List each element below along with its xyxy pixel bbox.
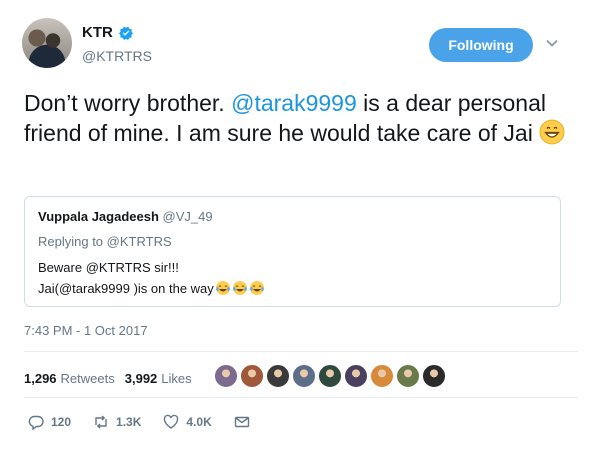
likes-count[interactable]: 3,992 — [125, 371, 158, 386]
liker-avatar[interactable] — [214, 364, 238, 388]
tears-of-joy-icon — [232, 281, 247, 295]
chevron-down-icon[interactable] — [545, 36, 559, 50]
grinning-face-icon — [539, 119, 565, 145]
retweets-count[interactable]: 1,296 — [24, 371, 57, 386]
reply-icon — [28, 415, 44, 430]
retweet-button[interactable]: 1.3K — [93, 414, 141, 430]
liker-avatar[interactable] — [240, 364, 264, 388]
tweet-text-before: Don’t worry brother. — [24, 90, 232, 116]
likes-label[interactable]: Likes — [161, 371, 191, 386]
tweet-text: Don’t worry brother. @tarak9999 is a dea… — [24, 88, 584, 148]
quoted-author-handle: @VJ_49 — [162, 209, 213, 224]
replying-handle[interactable]: @KTRTRS — [107, 234, 172, 249]
timestamp[interactable]: 7:43 PM - 1 Oct 2017 — [24, 323, 148, 338]
retweet-count: 1.3K — [116, 415, 142, 429]
message-button[interactable] — [234, 414, 257, 430]
tears-of-joy-icon — [215, 281, 230, 295]
like-button[interactable]: 4.0K — [163, 414, 212, 430]
following-button[interactable]: Following — [429, 28, 533, 62]
mention-link[interactable]: @tarak9999 — [231, 90, 357, 116]
tweet-actions: 120 1.3K 4.0K — [28, 412, 279, 432]
replying-to: Replying to @KTRTRS — [38, 234, 172, 249]
liker-avatar[interactable] — [318, 364, 342, 388]
replying-label: Replying to — [38, 234, 104, 249]
like-count: 4.0K — [186, 415, 212, 429]
author-display-name[interactable]: KTR — [82, 24, 113, 41]
quoted-text-line1: Beware @KTRTRS sir!!! — [38, 260, 179, 275]
quoted-text-line2-content: Jai(@tarak9999 )is on the way — [38, 280, 214, 296]
quoted-tweet[interactable]: Vuppala Jagadeesh @VJ_49 Replying to @KT… — [24, 196, 561, 307]
quoted-text-line2: Jai(@tarak9999 )is on the way — [38, 280, 265, 296]
avatar[interactable] — [22, 18, 72, 68]
liker-avatar[interactable] — [422, 364, 446, 388]
divider — [24, 397, 578, 398]
liker-avatar[interactable] — [396, 364, 420, 388]
verified-badge-icon — [118, 26, 133, 40]
heart-icon — [164, 414, 179, 429]
liker-avatar[interactable] — [344, 364, 368, 388]
reply-count: 120 — [51, 415, 72, 429]
envelope-icon — [234, 416, 249, 428]
liker-avatar[interactable] — [266, 364, 290, 388]
liker-avatars — [214, 364, 446, 388]
divider — [24, 351, 578, 352]
author-name-row: KTR — [82, 24, 134, 41]
reply-button[interactable]: 120 — [28, 414, 71, 430]
liker-avatar[interactable] — [292, 364, 316, 388]
quoted-author: Vuppala Jagadeesh @VJ_49 — [38, 209, 213, 224]
engagement-stats: 1,296 Retweets 3,992 Likes — [24, 366, 202, 390]
author-handle[interactable]: @KTRTRS — [82, 48, 152, 64]
retweets-label[interactable]: Retweets — [61, 371, 115, 386]
tears-of-joy-icon — [249, 281, 264, 295]
liker-avatar[interactable] — [370, 364, 394, 388]
quoted-author-name: Vuppala Jagadeesh — [38, 209, 159, 224]
tweet-header: KTR @KTRTRS Following — [22, 18, 582, 70]
retweet-icon — [95, 415, 107, 429]
